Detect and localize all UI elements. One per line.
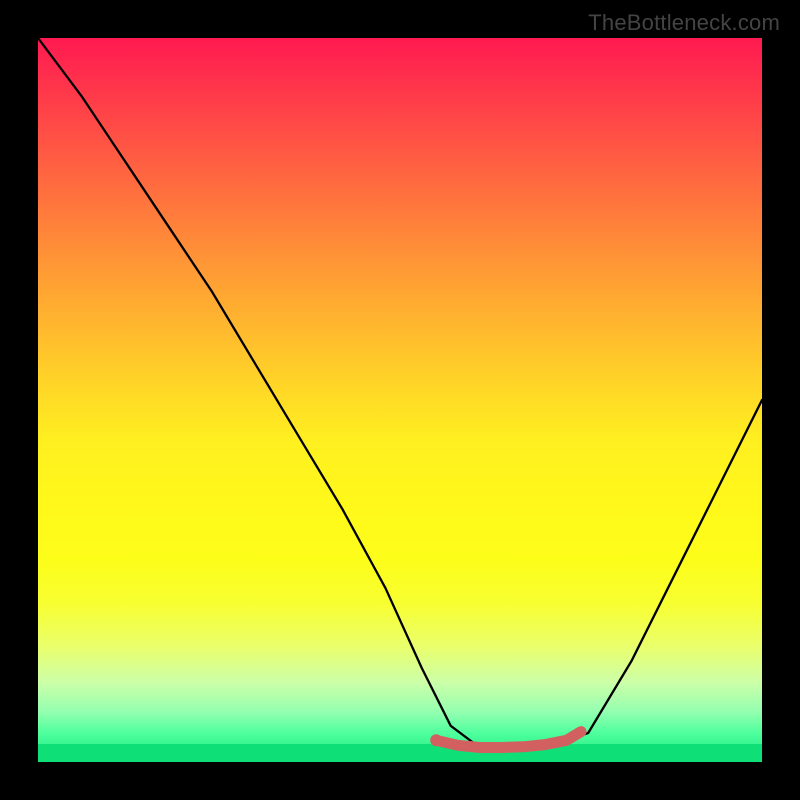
watermark-text: TheBottleneck.com	[588, 10, 780, 36]
curve-layer	[38, 38, 762, 762]
plot-area	[38, 38, 762, 762]
optimal-start-dot	[430, 734, 442, 746]
chart-frame: TheBottleneck.com	[0, 0, 800, 800]
optimal-zone-highlight	[436, 732, 581, 748]
bottleneck-curve	[38, 38, 762, 748]
